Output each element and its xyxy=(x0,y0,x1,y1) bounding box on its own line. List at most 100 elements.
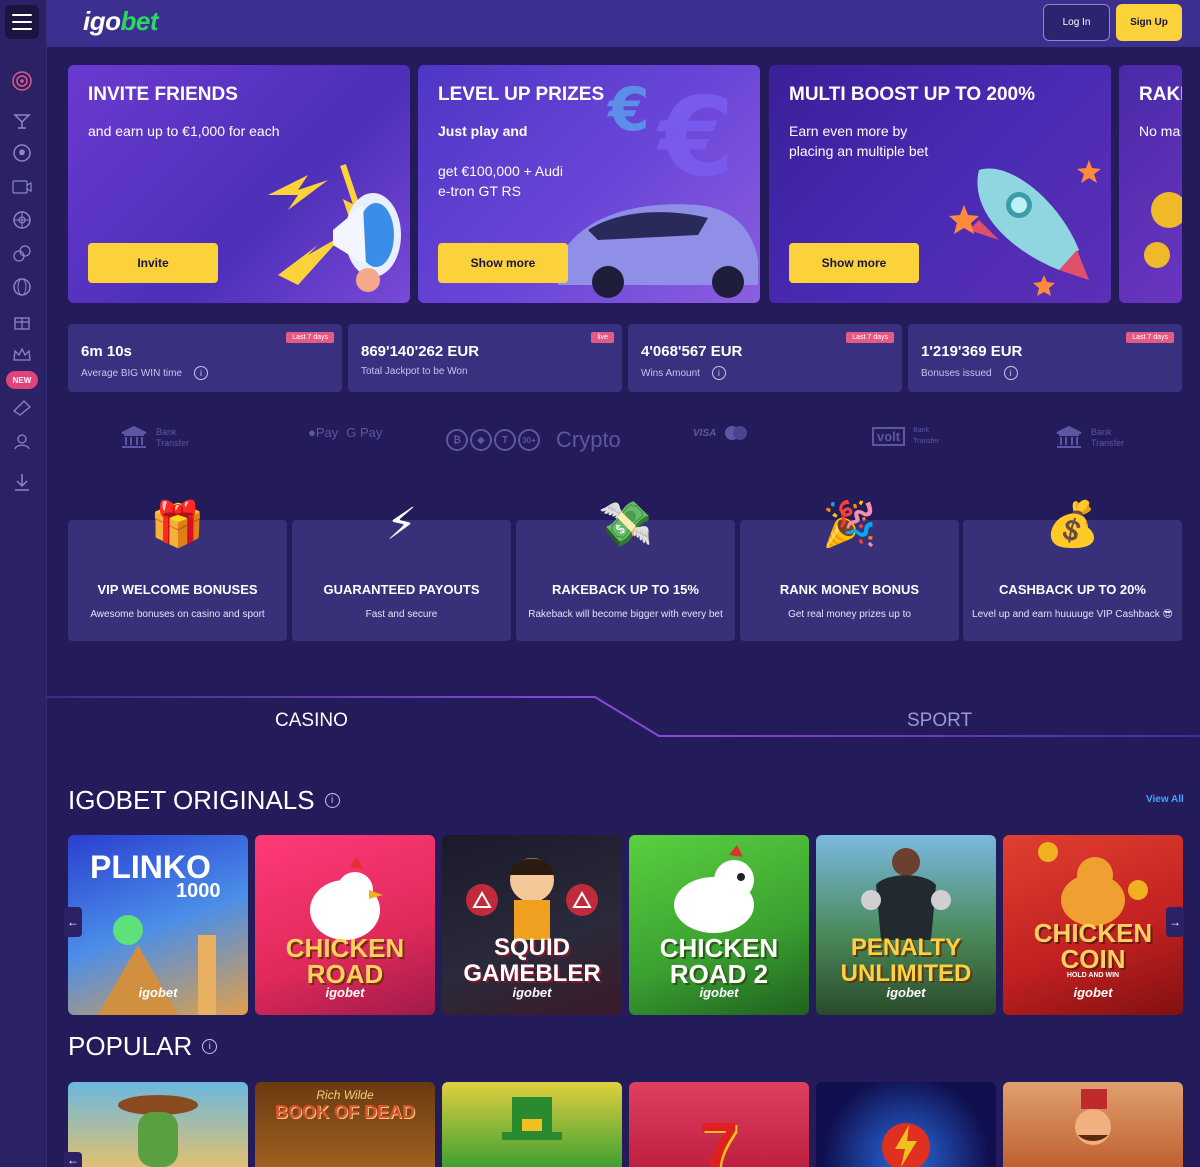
feature-desc: Awesome bonuses on casino and sport xyxy=(90,609,265,620)
ethereum-icon: ◆ xyxy=(470,429,492,451)
chicken-coins-art xyxy=(1038,842,1148,926)
invite-friends-banner[interactable]: INVITE FRIENDS and earn up to €1,000 for… xyxy=(68,65,410,303)
payment-bank-transfer-2: Bank Transfer xyxy=(1055,425,1124,451)
tab-casino[interactable]: CASINO xyxy=(275,710,348,732)
carousel-prev-arrow-popular[interactable]: ← xyxy=(64,1152,82,1167)
banner-title: LEVEL UP PRIZES xyxy=(438,84,605,105)
game-tile-chicken-coin[interactable]: CHICKEN COIN HOLD AND WIN igobet xyxy=(1003,835,1183,1015)
signup-button[interactable]: Sign Up xyxy=(1116,4,1182,41)
payment-crypto: ₿ ◆ T 30+ Crypto xyxy=(446,427,621,453)
casino-sport-tabs: CASINO SPORT xyxy=(47,696,1200,746)
stat-label: Bonuses issued i xyxy=(921,366,1018,380)
game-tile-penalty-unlimited[interactable]: PENALTY UNLIMITED igobet xyxy=(816,835,996,1015)
game-subtitle: Rich Wilde xyxy=(316,1088,374,1102)
stat-card-jackpot: live 869'140'262 EUR Total Jackpot to be… xyxy=(348,324,622,392)
originals-section-title: IGOBET ORIGINALS i xyxy=(68,785,340,816)
banner-text: get €100,000 + Audi e-tron GT RS xyxy=(438,163,563,199)
game-tile-book-of-dead[interactable]: Rich Wilde BOOK OF DEAD xyxy=(255,1082,435,1167)
feature-title: VIP WELCOME BONUSES xyxy=(97,582,258,597)
carousel-next-arrow[interactable]: → xyxy=(1166,907,1184,937)
game-tile-leprechaun[interactable] xyxy=(442,1082,622,1167)
show-more-button[interactable]: Show more xyxy=(438,243,568,283)
game-subtitle: HOLD AND WIN xyxy=(1066,972,1120,979)
crown-icon[interactable] xyxy=(11,344,33,366)
svg-text:€: € xyxy=(655,73,735,201)
game-title: CHICKEN ROAD 2 xyxy=(659,933,779,989)
game-tile-chicken-road[interactable]: CHICKEN ROAD igobet xyxy=(255,835,435,1015)
game-tile-mexican-character[interactable] xyxy=(1003,1082,1183,1167)
banner-text: and earn up to €1,000 for each xyxy=(88,123,280,139)
banner-title: MULTI BOOST UP TO 200% xyxy=(789,84,1035,105)
banner-text-bold: Just play and xyxy=(438,123,528,139)
stat-badge: live xyxy=(591,332,614,343)
feature-desc: Fast and secure xyxy=(365,609,438,620)
leprechaun-hat-art xyxy=(502,1097,562,1140)
feature-rank-money-bonus[interactable]: 🎉 RANK MONEY BONUS Get real money prizes… xyxy=(740,500,959,641)
live-tv-icon[interactable] xyxy=(11,176,33,198)
bank-icon xyxy=(1056,425,1082,448)
game-subtitle: 1000 xyxy=(176,880,221,902)
megaphone-icon xyxy=(268,164,401,292)
apple-pay-logo: ●Pay xyxy=(308,425,339,440)
casino-target-icon[interactable] xyxy=(11,70,33,92)
globe-icon[interactable] xyxy=(11,276,33,298)
feature-title: CASHBACK UP TO 20% xyxy=(999,582,1146,597)
feature-vip-welcome-bonuses[interactable]: 🎁 VIP WELCOME BONUSES Awesome bonuses on… xyxy=(68,500,287,641)
payment-bank-transfer: Bank Transfer xyxy=(120,425,189,451)
game-title: BOOK OF DEAD xyxy=(274,1102,415,1122)
character-art xyxy=(1075,1089,1111,1145)
chicken-art xyxy=(674,845,754,933)
download-icon[interactable] xyxy=(11,471,33,493)
game-tile-chicken-road-2[interactable]: CHICKEN ROAD 2 igobet xyxy=(629,835,809,1015)
hamburger-menu-button[interactable] xyxy=(5,5,39,39)
seven-icon: 7 xyxy=(699,1108,739,1167)
chicken-art xyxy=(310,857,383,940)
invite-button[interactable]: Invite xyxy=(88,243,218,283)
feature-rakeback[interactable]: 💸 RAKEBACK UP TO 15% Rakeback will becom… xyxy=(516,500,735,641)
payment-volt: volt Bank Transfer xyxy=(872,425,939,447)
view-all-link[interactable]: View All xyxy=(1146,794,1184,805)
carousel-prev-arrow[interactable]: ← xyxy=(64,907,82,937)
gift-icon[interactable] xyxy=(11,310,33,332)
game-tile-lucky-seven[interactable]: 7 xyxy=(629,1082,809,1167)
login-button[interactable]: Log In xyxy=(1043,4,1110,41)
game-brand: igobet xyxy=(512,985,552,1000)
mastercard-icon xyxy=(725,426,748,440)
game-tile-squid-gamebler[interactable]: SQUID GAMEBLER igobet xyxy=(442,835,622,1015)
info-icon[interactable]: i xyxy=(324,793,340,808)
game-title: PENALTY UNLIMITED xyxy=(840,934,972,987)
level-up-prizes-banner[interactable]: € € LEVEL UP PRIZES Just play and get €1… xyxy=(418,65,760,303)
info-icon[interactable]: i xyxy=(1003,366,1018,380)
feature-cashback[interactable]: 💰 CASHBACK UP TO 20% Level up and earn h… xyxy=(963,500,1182,641)
rakeback-banner-partial[interactable]: RAKI No ma xyxy=(1119,65,1182,303)
game-tile-plinko[interactable]: PLINKO 1000 igobet xyxy=(68,835,248,1015)
stat-label: Average BIG WIN time i xyxy=(81,366,208,380)
multi-boost-banner[interactable]: MULTI BOOST UP TO 200% Earn even more by… xyxy=(769,65,1111,303)
stat-badge: Last 7 days xyxy=(1126,332,1174,343)
igobet-logo[interactable]: igobet xyxy=(83,6,158,37)
promo-ticket-icon[interactable] xyxy=(11,397,33,419)
game-tile-cactus-cowboy[interactable] xyxy=(68,1082,248,1167)
payment-apple-google-pay: ●Pay G Pay xyxy=(308,425,382,440)
stat-value: 4'068'567 EUR xyxy=(641,343,743,360)
info-icon[interactable]: i xyxy=(711,366,726,380)
volt-logo: volt xyxy=(872,426,906,446)
payment-visa-mastercard: VISA xyxy=(693,425,748,441)
support-agent-icon[interactable] xyxy=(11,430,33,452)
tab-sport[interactable]: SPORT xyxy=(907,710,972,732)
google-pay-logo: G Pay xyxy=(346,425,383,440)
roulette-icon[interactable] xyxy=(11,209,33,231)
banner-title: RAKI xyxy=(1139,84,1182,105)
info-icon[interactable]: i xyxy=(193,366,208,380)
cocktail-icon[interactable] xyxy=(11,110,33,132)
sports-ball-icon[interactable] xyxy=(11,142,33,164)
game-brand: igobet xyxy=(325,985,365,1000)
feature-guaranteed-payouts[interactable]: ⚡ GUARANTEED PAYOUTS Fast and secure xyxy=(292,500,511,641)
stat-label: Total Jackpot to be Won xyxy=(361,366,468,377)
dice-icon[interactable] xyxy=(11,243,33,265)
game-tile-lightning[interactable] xyxy=(816,1082,996,1167)
new-badge: NEW xyxy=(6,371,38,389)
show-more-button[interactable]: Show more xyxy=(789,243,919,283)
tether-icon: T xyxy=(494,429,516,451)
info-icon[interactable]: i xyxy=(202,1039,218,1054)
